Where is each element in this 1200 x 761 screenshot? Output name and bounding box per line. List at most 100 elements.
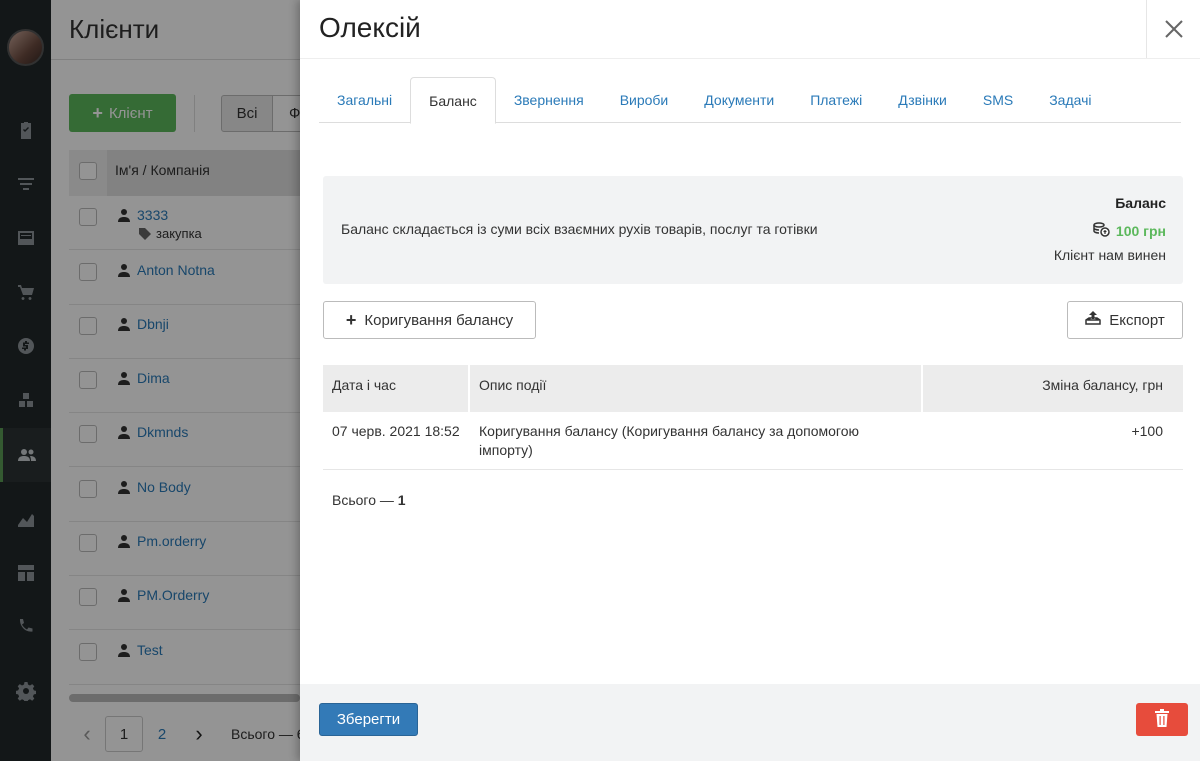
tab-general[interactable]: Загальні [319, 77, 410, 123]
client-name-link[interactable]: No Body [117, 479, 191, 495]
tab-balance[interactable]: Баланс [410, 77, 496, 124]
app-sidebar [0, 0, 51, 761]
client-name: 3333 [137, 207, 169, 223]
phone-icon[interactable] [0, 600, 51, 654]
column-description-header[interactable]: Опис події [470, 365, 923, 412]
add-client-label: Клієнт [108, 104, 153, 122]
inbox-icon[interactable] [0, 211, 51, 265]
balance-title: Баланс [1115, 195, 1166, 211]
next-page-icon[interactable]: › [181, 716, 217, 752]
modal-footer: Зберегти [300, 684, 1200, 761]
prev-page-icon[interactable]: ‹ [69, 716, 105, 752]
table-row[interactable]: PM.Orderry [69, 576, 300, 630]
dashboard-icon[interactable] [0, 546, 51, 600]
client-name: Anton Notna [137, 262, 215, 278]
row-checkbox[interactable] [79, 263, 97, 281]
client-name: PM.Orderry [137, 587, 210, 603]
tab-tasks[interactable]: Задачі [1031, 77, 1109, 123]
client-name-link[interactable]: Dkmnds [117, 424, 188, 440]
user-icon [118, 426, 130, 439]
filter-next-button[interactable]: Ф [272, 95, 300, 132]
column-change-header[interactable]: Зміна балансу, грн [923, 365, 1183, 412]
avatar[interactable] [7, 29, 44, 66]
client-name: Pm.orderry [137, 533, 207, 549]
divider [194, 95, 195, 132]
table-row[interactable]: Anton Notna [69, 251, 300, 305]
user-icon [118, 264, 130, 277]
filter-all-button[interactable]: Всі [221, 95, 273, 132]
user-icon [118, 589, 130, 602]
column-date-header[interactable]: Дата і час [323, 365, 470, 412]
add-client-button[interactable]: + Клієнт [69, 94, 176, 132]
table-total: Всього — 1 [332, 492, 406, 508]
row-checkbox[interactable] [79, 208, 97, 226]
adjust-balance-button[interactable]: + Коригування балансу [323, 301, 536, 339]
client-name: No Body [137, 479, 191, 495]
close-icon[interactable] [1146, 0, 1200, 58]
tab-documents[interactable]: Документи [686, 77, 792, 123]
chart-icon[interactable] [0, 492, 51, 546]
table-row[interactable]: No Body [69, 468, 300, 522]
row-checkbox[interactable] [79, 588, 97, 606]
client-tag-label: закупка [156, 226, 202, 241]
table-row[interactable]: Test [69, 631, 300, 685]
tab-products[interactable]: Вироби [602, 77, 687, 123]
select-all-checkbox[interactable] [79, 162, 97, 180]
table-row[interactable]: Pm.orderry [69, 522, 300, 576]
balance-status: Клієнт нам винен [1053, 247, 1166, 263]
client-name: Dbnji [137, 316, 169, 332]
client-name-link[interactable]: PM.Orderry [117, 587, 209, 603]
clients-icon[interactable] [0, 428, 51, 482]
adjust-balance-label: Коригування балансу [364, 311, 514, 329]
client-modal: Олексій Загальні Баланс Звернення Вироби… [300, 0, 1200, 761]
table-row[interactable]: Dima [69, 359, 300, 413]
export-button[interactable]: Експорт [1067, 301, 1183, 339]
plus-icon: + [345, 310, 357, 330]
row-checkbox[interactable] [79, 425, 97, 443]
tab-payments[interactable]: Платежі [792, 77, 880, 123]
page-1-button[interactable]: 1 [105, 716, 143, 752]
export-label: Експорт [1109, 311, 1165, 329]
row-checkbox[interactable] [79, 480, 97, 498]
funnel-icon[interactable] [0, 157, 51, 211]
table-header: Дата і час Опис події Зміна балансу, грн [323, 365, 1183, 412]
client-name-link[interactable]: 3333 [117, 207, 168, 223]
table-row[interactable]: 07 черв. 2021 18:52 Коригування балансу … [323, 412, 1183, 470]
trash-icon [1154, 709, 1170, 730]
client-name-link[interactable]: Dbnji [117, 316, 169, 332]
page-2-button[interactable]: 2 [143, 716, 181, 752]
client-name: Dima [137, 370, 170, 386]
horizontal-scrollbar[interactable] [69, 694, 300, 702]
client-name: Test [137, 642, 163, 658]
balance-panel: Баланс складається із суми всіх взаємних… [323, 176, 1183, 284]
modal-tabs: Загальні Баланс Звернення Вироби Докумен… [319, 77, 1181, 124]
boxes-icon[interactable] [0, 373, 51, 427]
settings-icon[interactable] [0, 664, 51, 718]
column-name-header[interactable]: Ім'я / Компанія [107, 150, 300, 196]
table-row[interactable]: Dkmnds [69, 413, 300, 467]
user-icon [118, 318, 130, 331]
row-checkbox[interactable] [79, 317, 97, 335]
coins-icon [1092, 221, 1110, 240]
table-row[interactable]: Dbnji [69, 305, 300, 359]
tab-calls[interactable]: Дзвінки [880, 77, 965, 123]
client-name-link[interactable]: Pm.orderry [117, 533, 206, 549]
row-checkbox[interactable] [79, 643, 97, 661]
tab-requests[interactable]: Звернення [496, 77, 602, 123]
row-checkbox[interactable] [79, 534, 97, 552]
page-title: Клієнти [69, 14, 160, 44]
user-icon [118, 481, 130, 494]
table-row[interactable]: 3333 закупка [69, 196, 300, 250]
plus-icon: + [92, 102, 103, 123]
row-checkbox[interactable] [79, 371, 97, 389]
dollar-icon[interactable] [0, 319, 51, 373]
user-icon [118, 372, 130, 385]
client-name-link[interactable]: Test [117, 642, 163, 658]
save-button[interactable]: Зберегти [319, 703, 418, 736]
client-name-link[interactable]: Anton Notna [117, 262, 215, 278]
tab-sms[interactable]: SMS [965, 77, 1031, 123]
client-name-link[interactable]: Dima [117, 370, 170, 386]
tasks-icon[interactable] [0, 103, 51, 157]
delete-button[interactable] [1136, 703, 1188, 736]
cart-icon[interactable] [0, 265, 51, 319]
